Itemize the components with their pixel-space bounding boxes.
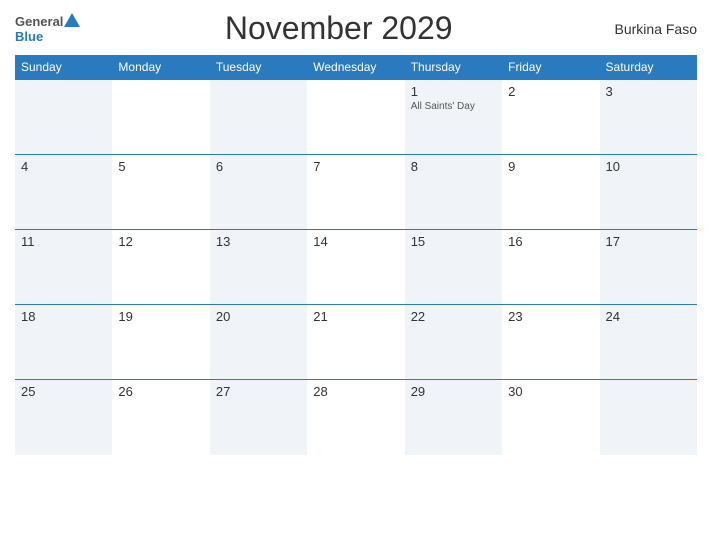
country-label: Burkina Faso	[597, 21, 697, 37]
header-sunday: Sunday	[15, 55, 112, 80]
calendar-week-row: 1 All Saints' Day 23	[15, 80, 697, 155]
calendar-cell: 7	[307, 155, 404, 230]
calendar-cell: 28	[307, 380, 404, 455]
day-number: 14	[313, 234, 398, 249]
calendar-wrapper: General Blue November 2029 Burkina Faso …	[0, 0, 712, 550]
day-number: 10	[606, 159, 691, 174]
calendar-week-row: 18 19 20 21 22 23 24	[15, 305, 697, 380]
calendar-cell: 24	[600, 305, 697, 380]
weekday-header-row: Sunday Monday Tuesday Wednesday Thursday…	[15, 55, 697, 80]
header-friday: Friday	[502, 55, 599, 80]
calendar-cell: 10	[600, 155, 697, 230]
day-number: 1	[411, 84, 496, 99]
calendar-week-row: 25 26 27 28 29 30	[15, 380, 697, 455]
calendar-cell	[600, 380, 697, 455]
day-number: 27	[216, 384, 301, 399]
calendar-cell: 4	[15, 155, 112, 230]
day-number: 12	[118, 234, 203, 249]
calendar-cell: 11	[15, 230, 112, 305]
header-thursday: Thursday	[405, 55, 502, 80]
day-number: 15	[411, 234, 496, 249]
calendar-cell: 13	[210, 230, 307, 305]
calendar-cell	[210, 80, 307, 155]
calendar-cell: 9	[502, 155, 599, 230]
calendar-cell: 25	[15, 380, 112, 455]
logo-blue: Blue	[15, 29, 43, 44]
logo-general: General	[15, 14, 63, 29]
calendar-cell: 20	[210, 305, 307, 380]
day-number: 28	[313, 384, 398, 399]
calendar-cell: 3	[600, 80, 697, 155]
calendar-cell: 6	[210, 155, 307, 230]
header-tuesday: Tuesday	[210, 55, 307, 80]
day-number: 9	[508, 159, 593, 174]
calendar-cell: 22	[405, 305, 502, 380]
calendar-cell: 8	[405, 155, 502, 230]
calendar-table: Sunday Monday Tuesday Wednesday Thursday…	[15, 55, 697, 455]
day-number: 18	[21, 309, 106, 324]
calendar-cell: 14	[307, 230, 404, 305]
day-number: 23	[508, 309, 593, 324]
header-monday: Monday	[112, 55, 209, 80]
calendar-week-row: 456789 10	[15, 155, 697, 230]
day-number: 17	[606, 234, 691, 249]
calendar-cell: 16	[502, 230, 599, 305]
day-number: 4	[21, 159, 106, 174]
day-number: 11	[21, 234, 106, 249]
day-number: 6	[216, 159, 301, 174]
calendar-cell: 15	[405, 230, 502, 305]
calendar-cell: 1 All Saints' Day	[405, 80, 502, 155]
calendar-cell	[307, 80, 404, 155]
day-number: 25	[21, 384, 106, 399]
day-number: 29	[411, 384, 496, 399]
calendar-cell: 2	[502, 80, 599, 155]
logo-triangle-icon	[64, 13, 80, 27]
day-number: 3	[606, 84, 691, 99]
day-number: 19	[118, 309, 203, 324]
calendar-cell: 18	[15, 305, 112, 380]
calendar-cell: 29	[405, 380, 502, 455]
header-wednesday: Wednesday	[307, 55, 404, 80]
day-number: 16	[508, 234, 593, 249]
calendar-cell: 30	[502, 380, 599, 455]
calendar-week-row: 11 12 13 14 15 16 17	[15, 230, 697, 305]
logo: General Blue	[15, 13, 80, 44]
header-saturday: Saturday	[600, 55, 697, 80]
month-title: November 2029	[80, 10, 597, 47]
day-number: 5	[118, 159, 203, 174]
day-number: 30	[508, 384, 593, 399]
calendar-cell: 23	[502, 305, 599, 380]
calendar-cell	[15, 80, 112, 155]
calendar-cell: 5	[112, 155, 209, 230]
calendar-cell: 19	[112, 305, 209, 380]
calendar-cell: 17	[600, 230, 697, 305]
day-number: 20	[216, 309, 301, 324]
day-number: 22	[411, 309, 496, 324]
day-number: 13	[216, 234, 301, 249]
day-number: 2	[508, 84, 593, 99]
day-number: 8	[411, 159, 496, 174]
calendar-cell: 21	[307, 305, 404, 380]
calendar-header: General Blue November 2029 Burkina Faso	[15, 10, 697, 47]
calendar-cell	[112, 80, 209, 155]
calendar-cell: 12	[112, 230, 209, 305]
calendar-cell: 26	[112, 380, 209, 455]
calendar-cell: 27	[210, 380, 307, 455]
day-number: 21	[313, 309, 398, 324]
day-number: 7	[313, 159, 398, 174]
day-number: 26	[118, 384, 203, 399]
calendar-body: 1 All Saints' Day 23 456789 10 11 12 13 14 15 16 17…	[15, 80, 697, 455]
day-number: 24	[606, 309, 691, 324]
holiday-label: All Saints' Day	[411, 101, 496, 112]
